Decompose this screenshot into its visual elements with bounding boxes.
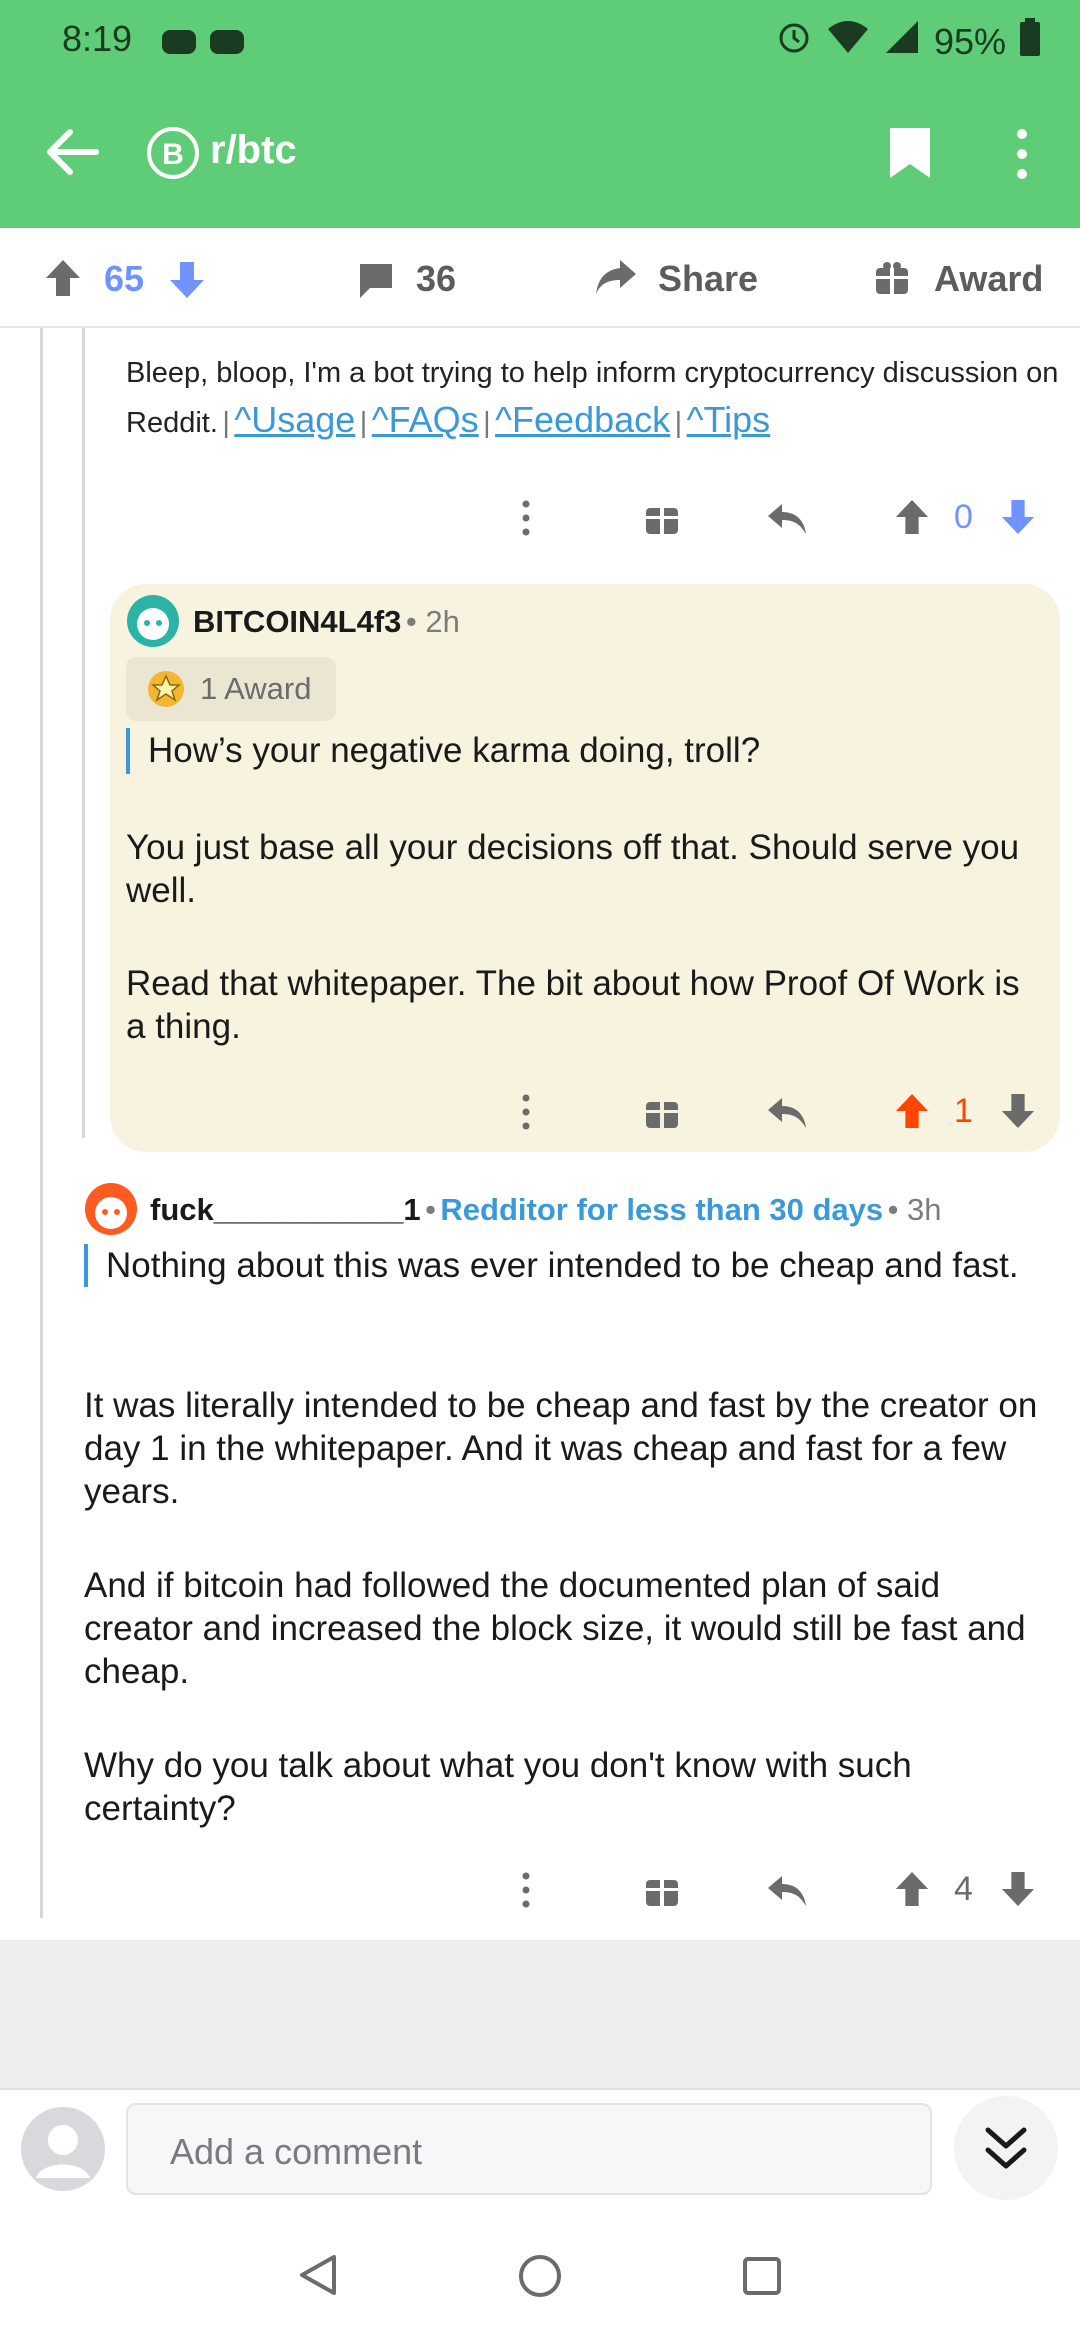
- downvote-icon[interactable]: [1000, 1870, 1036, 1913]
- upvote-icon[interactable]: [44, 258, 82, 303]
- battery-label: 95%: [933, 20, 1006, 62]
- tips-link[interactable]: ^Tips: [687, 399, 771, 440]
- gift-icon[interactable]: [644, 1094, 680, 1135]
- app-bar: 8:19 95% B r/btc: [0, 0, 1080, 228]
- award-badge[interactable]: 1 Award: [126, 657, 336, 721]
- comment-body: Why do you talk about what you don't kno…: [84, 1744, 1054, 1830]
- bookmark-icon[interactable]: [888, 126, 932, 185]
- feedback-link[interactable]: ^Feedback: [495, 399, 670, 440]
- downvote-icon[interactable]: [168, 260, 206, 305]
- back-arrow-icon[interactable]: [44, 126, 100, 183]
- highlighted-comment-actions: 1: [520, 1088, 1060, 1138]
- link-separator: |: [483, 407, 491, 439]
- reply-comment-score: 4: [954, 1870, 973, 1908]
- subreddit-title[interactable]: r/btc: [210, 128, 297, 173]
- comment-body: It was literally intended to be cheap an…: [84, 1384, 1054, 1513]
- bot-comment-actions: 0: [520, 494, 1060, 544]
- reply-icon[interactable]: [766, 1094, 808, 1135]
- upvote-icon[interactable]: [894, 1092, 930, 1135]
- avatar-icon[interactable]: [84, 1182, 138, 1241]
- chevron-double-down-icon: [984, 2124, 1028, 2177]
- add-comment-input[interactable]: Add a comment: [126, 2103, 932, 2195]
- highlighted-comment-score: 1: [954, 1092, 973, 1130]
- more-vert-icon[interactable]: [520, 1872, 532, 1913]
- upvote-icon[interactable]: [894, 498, 930, 541]
- downvote-icon[interactable]: [1000, 498, 1036, 541]
- quote-line: Nothing about this was ever intended to …: [106, 1246, 1019, 1285]
- gift-icon[interactable]: [644, 1872, 680, 1913]
- quoted-text: Nothing about this was ever intended to …: [84, 1244, 1036, 1287]
- comment-count[interactable]: 36: [416, 258, 456, 300]
- user-flair: Redditor for less than 30 days: [440, 1192, 884, 1227]
- next-comment-button[interactable]: [954, 2096, 1058, 2200]
- comment-paragraph: Read that whitepaper. The bit about how …: [126, 964, 1020, 1046]
- comment-header: BITCOIN4L4f3 • 2h: [193, 604, 460, 640]
- downvote-icon[interactable]: [1000, 1092, 1036, 1135]
- nav-home-icon[interactable]: [518, 2254, 562, 2303]
- quoted-text: How’s your negative karma doing, troll?: [126, 728, 1028, 774]
- more-vert-icon[interactable]: [1012, 128, 1032, 185]
- star-award-icon: [146, 669, 186, 714]
- comment-paragraph: You just base all your decisions off tha…: [126, 828, 1020, 910]
- comment-paragraph: Why do you talk about what you don't kno…: [84, 1746, 912, 1828]
- share-icon[interactable]: [594, 256, 638, 303]
- status-right: 95%: [776, 18, 1040, 65]
- battery-icon: [1020, 18, 1040, 65]
- nav-back-icon[interactable]: [298, 2253, 338, 2302]
- share-button[interactable]: Share: [658, 258, 758, 300]
- wifi-icon: [826, 19, 870, 64]
- comment-time: • 3h: [887, 1192, 942, 1227]
- comment-paragraph: It was literally intended to be cheap an…: [84, 1386, 1038, 1511]
- reply-icon[interactable]: [766, 1872, 808, 1913]
- gift-icon[interactable]: [644, 500, 680, 541]
- thread-end-spacer: [0, 1940, 1080, 2088]
- upvote-icon[interactable]: [894, 1870, 930, 1913]
- comment-body: Read that whitepaper. The bit about how …: [126, 962, 1026, 1048]
- link-separator: |: [674, 407, 683, 439]
- comment-header: fuck___________1 • Redditor for less tha…: [150, 1192, 942, 1228]
- more-vert-icon[interactable]: [520, 500, 532, 541]
- award-count-label: 1 Award: [200, 671, 312, 706]
- quote-line: How’s your negative karma doing, troll?: [148, 731, 761, 770]
- reply-comment-actions: 4: [520, 1866, 1060, 1916]
- more-vert-icon[interactable]: [520, 1094, 532, 1135]
- award-button[interactable]: Award: [934, 258, 1043, 300]
- meta-dot: •: [425, 1192, 436, 1227]
- bot-comment-score: 0: [954, 498, 973, 536]
- post-score: 65: [104, 258, 145, 299]
- faqs-link[interactable]: ^FAQs: [372, 399, 479, 440]
- signal-icon: [884, 19, 920, 64]
- comment-body: And if bitcoin had followed the document…: [84, 1564, 1054, 1693]
- post-action-bar: 65 36 Share Award: [0, 228, 1080, 328]
- alarm-icon: [776, 19, 812, 64]
- link-separator: |: [359, 407, 368, 439]
- nav-recents-icon[interactable]: [742, 2256, 782, 2301]
- status-time: 8:19: [62, 18, 133, 59]
- reply-icon[interactable]: [766, 500, 808, 541]
- usage-link[interactable]: ^Usage: [234, 399, 355, 440]
- comment-time: • 2h: [405, 604, 460, 639]
- notification-icon: [160, 24, 250, 65]
- comment-body: You just base all your decisions off tha…: [126, 826, 1026, 912]
- avatar-icon[interactable]: [126, 594, 180, 653]
- link-separator: |: [222, 407, 230, 439]
- comment-placeholder: Add a comment: [170, 2131, 423, 2172]
- comment-icon[interactable]: [356, 260, 396, 305]
- gift-icon[interactable]: [874, 260, 910, 301]
- svg-text:B: B: [162, 138, 184, 171]
- comment-author[interactable]: fuck___________1: [150, 1192, 421, 1227]
- bitcoin-icon: B: [146, 126, 200, 185]
- bot-comment-body: Bleep, bloop, I'm a bot trying to help i…: [126, 348, 1070, 448]
- comment-author[interactable]: BITCOIN4L4f3: [193, 604, 401, 639]
- thread-line-inner: [82, 328, 85, 1138]
- avatar-icon[interactable]: [20, 2106, 106, 2197]
- comment-paragraph: And if bitcoin had followed the document…: [84, 1566, 1026, 1691]
- thread-line-outer: [40, 328, 43, 1918]
